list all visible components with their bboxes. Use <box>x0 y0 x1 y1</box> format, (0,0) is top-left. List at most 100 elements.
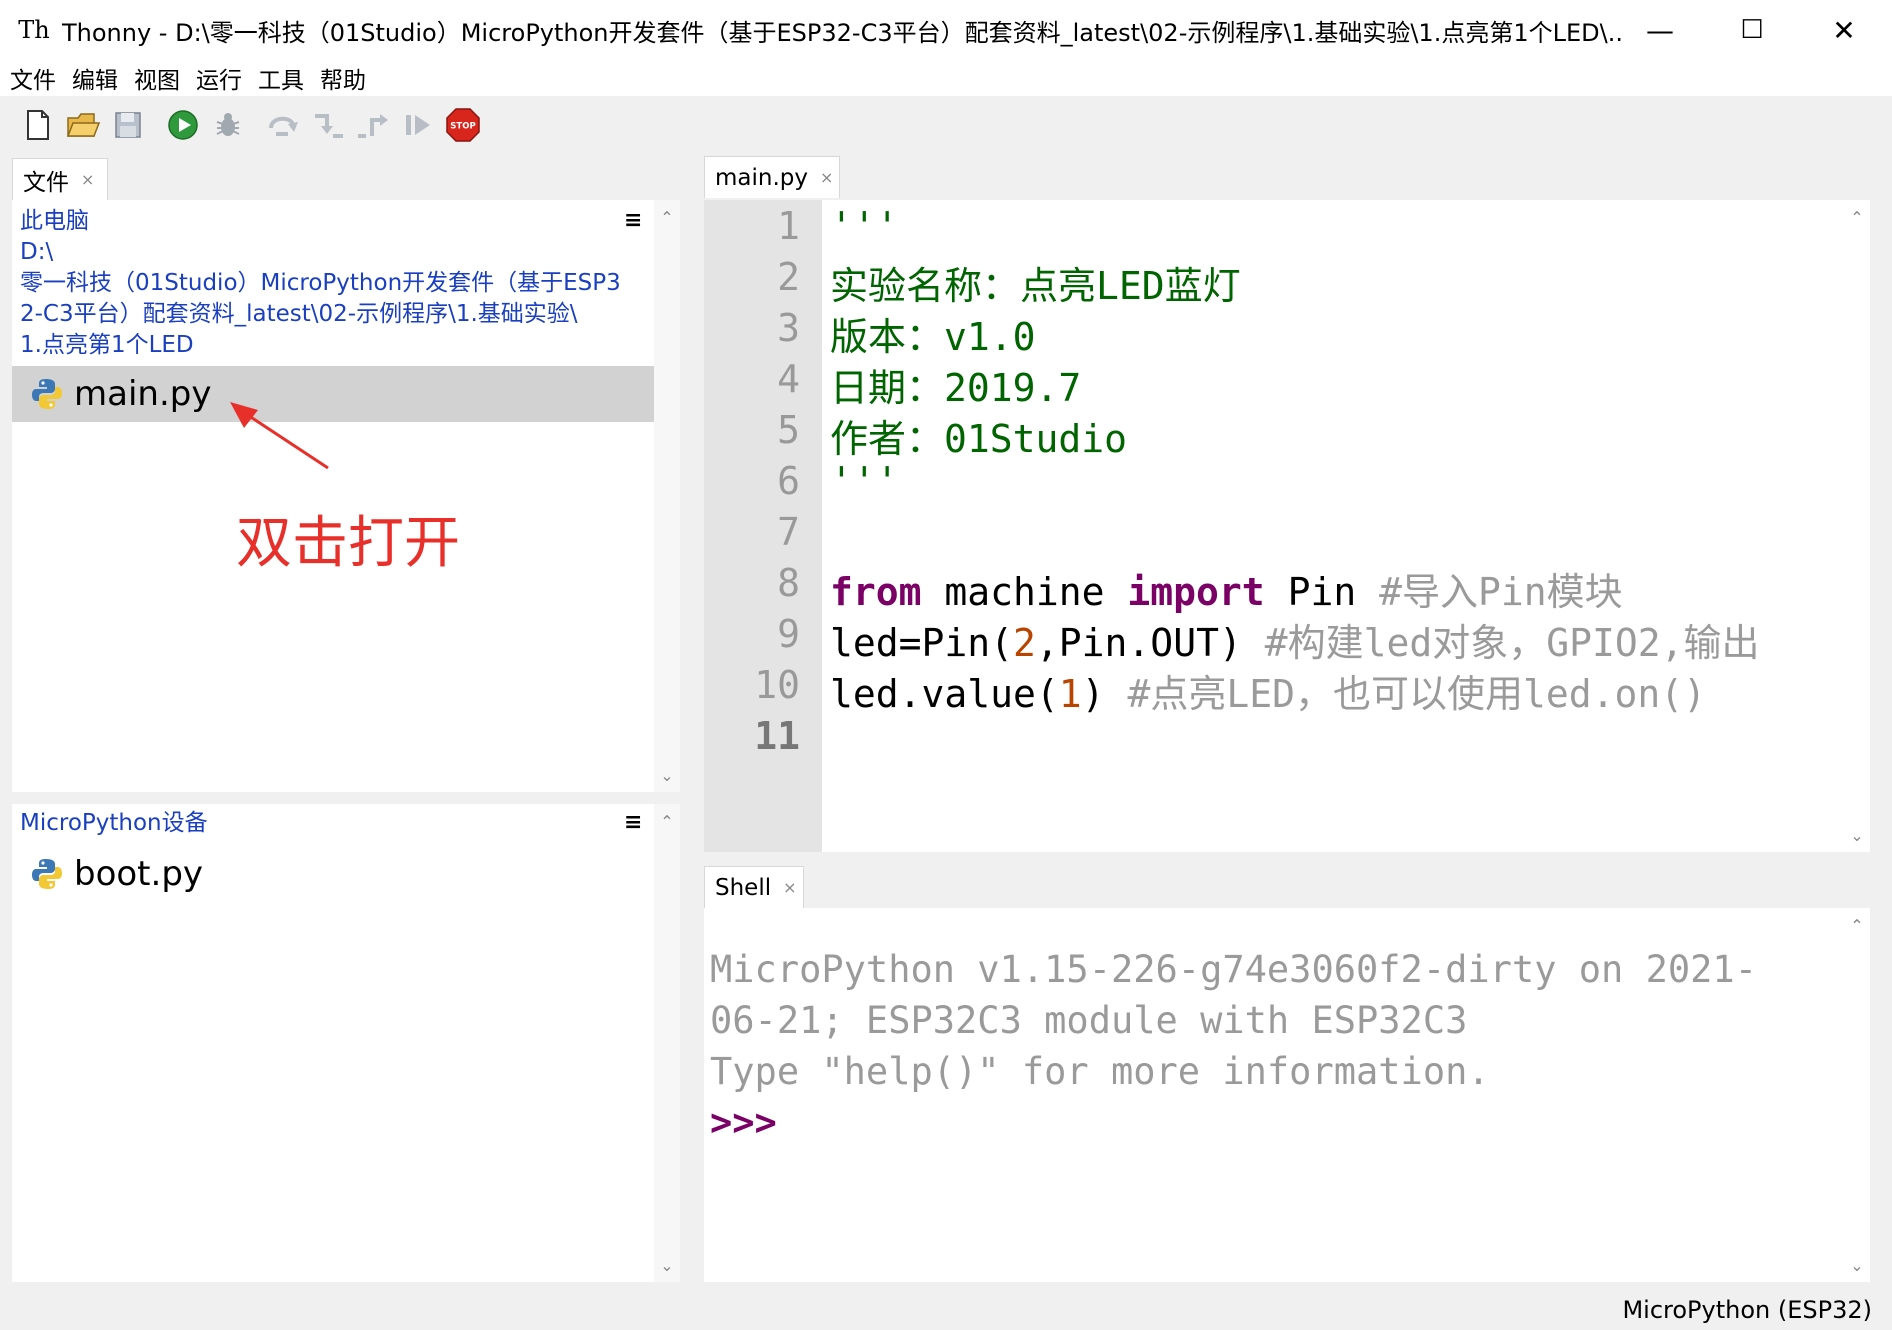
python-file-icon <box>32 379 62 409</box>
code-token: ) <box>1081 672 1128 716</box>
line-number: 8 <box>777 561 800 605</box>
shell-output-line: MicroPython v1.15-226-g74e3060f2-dirty o… <box>710 948 1757 991</box>
scroll-up-icon[interactable]: ⌃ <box>1844 204 1870 230</box>
code-token: import <box>1127 570 1265 614</box>
shell-tab-label: Shell <box>715 874 772 901</box>
folder-path-line-2[interactable]: 2-C3平台）配套资料_latest\02-示例程序\1.基础实验\ <box>12 299 621 330</box>
file-name: main.py <box>74 374 212 414</box>
tab-files-close-icon[interactable]: × <box>81 170 94 189</box>
shell-output-line: Type "help()" for more information. <box>710 1050 1490 1093</box>
shell-scrollbar[interactable]: ⌃ ⌄ <box>1844 908 1870 1282</box>
code-token: 日期：2019.7 <box>830 366 1082 410</box>
annotation-arrow-icon <box>230 402 329 470</box>
svg-text:STOP: STOP <box>450 122 475 132</box>
debug-icon[interactable] <box>210 107 246 143</box>
scroll-down-icon[interactable]: ⌄ <box>1844 822 1870 848</box>
device-menu-icon[interactable]: ≡ <box>624 810 642 835</box>
python-file-icon <box>32 859 62 889</box>
line-number: 4 <box>777 357 800 401</box>
maximize-button[interactable]: ☐ <box>1706 0 1798 60</box>
code-token: 2 <box>1013 621 1036 665</box>
stop-icon[interactable]: STOP <box>445 107 481 143</box>
menu-file[interactable]: 文件 <box>4 61 62 95</box>
tab-main-py[interactable]: main.py × <box>704 156 840 198</box>
code-token: ,Pin.OUT) <box>1035 621 1265 665</box>
code-line: 作者：01Studio <box>830 408 1127 463</box>
code-token: #点亮LED，也可以使用led.on() <box>1127 672 1706 716</box>
line-number: 9 <box>777 612 800 656</box>
line-number: 2 <box>777 255 800 299</box>
scroll-down-icon[interactable]: ⌄ <box>654 762 680 788</box>
code-line: 实验名称：点亮LED蓝灯 <box>830 255 1241 310</box>
step-out-icon[interactable] <box>355 107 391 143</box>
save-icon[interactable] <box>110 107 146 143</box>
scroll-up-icon[interactable]: ⌃ <box>654 808 680 834</box>
shell-output-line: 06-21; ESP32C3 module with ESP32C3 <box>710 999 1468 1042</box>
thonny-app-icon: Th <box>18 16 50 44</box>
shell-prompt[interactable]: >>> <box>710 1101 777 1144</box>
device-scrollbar[interactable]: ⌃ ⌄ <box>654 804 680 1282</box>
code-token: #构建led对象，GPIO2,输出 <box>1264 621 1760 665</box>
files-scrollbar[interactable]: ⌃ ⌄ <box>654 200 680 792</box>
status-bar: MicroPython (ESP32) <box>0 1294 1892 1330</box>
code-token: machine <box>921 570 1128 614</box>
code-token: ''' <box>830 204 899 248</box>
minimize-button[interactable]: — <box>1614 0 1706 60</box>
scroll-up-icon[interactable]: ⌃ <box>654 204 680 230</box>
device-panel: MicroPython设备 ≡ boot.py <box>12 804 654 1282</box>
line-number: 11 <box>754 714 800 758</box>
editor-scrollbar[interactable]: ⌃ ⌄ <box>1844 200 1870 852</box>
code-line: 版本：v1.0 <box>830 306 1036 361</box>
shell-tab-close-icon[interactable]: × <box>783 878 796 897</box>
this-pc-link[interactable]: 此电脑 <box>12 206 621 237</box>
scroll-up-icon[interactable]: ⌃ <box>1844 912 1870 938</box>
code-editor[interactable]: ''' 实验名称：点亮LED蓝灯版本：v1.0 日期：2019.7 作者：01Stud… <box>822 200 1844 852</box>
drive-link[interactable]: D:\ <box>12 237 621 268</box>
tab-shell[interactable]: Shell × <box>704 866 804 908</box>
shell-console[interactable]: MicroPython v1.15-226-g74e3060f2-dirty o… <box>704 908 1844 1282</box>
code-token: ''' <box>830 459 899 503</box>
code-line: from machine import Pin #导入Pin模块 <box>830 561 1623 616</box>
close-button[interactable]: ✕ <box>1798 0 1890 60</box>
line-number: 5 <box>777 408 800 452</box>
tab-files[interactable]: 文件 × <box>12 158 108 200</box>
menu-edit[interactable]: 编辑 <box>66 61 124 95</box>
menu-tools[interactable]: 工具 <box>252 61 310 95</box>
line-number: 3 <box>777 306 800 350</box>
double-click-annotation: 双击打开 <box>236 511 460 576</box>
menu-run[interactable]: 运行 <box>190 61 248 95</box>
code-line: 日期：2019.7 <box>830 357 1081 412</box>
line-number: 10 <box>754 663 800 707</box>
code-token: led=Pin( <box>830 621 1014 665</box>
resume-icon[interactable] <box>400 107 436 143</box>
open-folder-icon[interactable] <box>65 107 101 143</box>
code-token: 1 <box>1058 672 1082 716</box>
folder-path-line-3[interactable]: 1.点亮第1个LED <box>12 330 621 361</box>
tab-files-label: 文件 <box>23 169 69 196</box>
folder-path-line-1[interactable]: 零一科技（01Studio）MicroPython开发套件（基于ESP3 <box>12 268 621 299</box>
code-line: ''' <box>830 459 899 503</box>
menu-help[interactable]: 帮助 <box>314 61 372 95</box>
run-icon[interactable] <box>165 107 201 143</box>
files-menu-icon[interactable]: ≡ <box>624 208 642 233</box>
window-title: Thonny - D:\零一科技（01Studio）MicroPython开发套… <box>62 18 1622 47</box>
title-bar: Th Thonny - D:\零一科技（01Studio）MicroPython… <box>0 0 1892 60</box>
line-number: 6 <box>777 459 800 503</box>
scroll-down-icon[interactable]: ⌄ <box>654 1252 680 1278</box>
editor-tab-label: main.py <box>715 164 808 191</box>
menu-view[interactable]: 视图 <box>128 61 186 95</box>
line-number: 7 <box>777 510 800 554</box>
file-item-boot-py[interactable]: boot.py <box>12 846 654 902</box>
scroll-down-icon[interactable]: ⌄ <box>1844 1252 1870 1278</box>
code-token: Pin <box>1264 570 1380 614</box>
new-file-icon[interactable] <box>20 107 56 143</box>
toolbar: STOP <box>0 96 1892 154</box>
code-token: 版本：v1.0 <box>830 315 1036 359</box>
editor-tab-close-icon[interactable]: × <box>820 168 833 187</box>
code-token: from <box>830 570 922 614</box>
step-into-icon[interactable] <box>310 107 346 143</box>
menu-bar: 文件 编辑 视图 运行 工具 帮助 <box>0 60 1892 96</box>
code-token: #导入Pin模块 <box>1379 570 1623 614</box>
interpreter-selector[interactable]: MicroPython (ESP32) <box>1622 1296 1872 1324</box>
step-over-icon[interactable] <box>265 107 301 143</box>
